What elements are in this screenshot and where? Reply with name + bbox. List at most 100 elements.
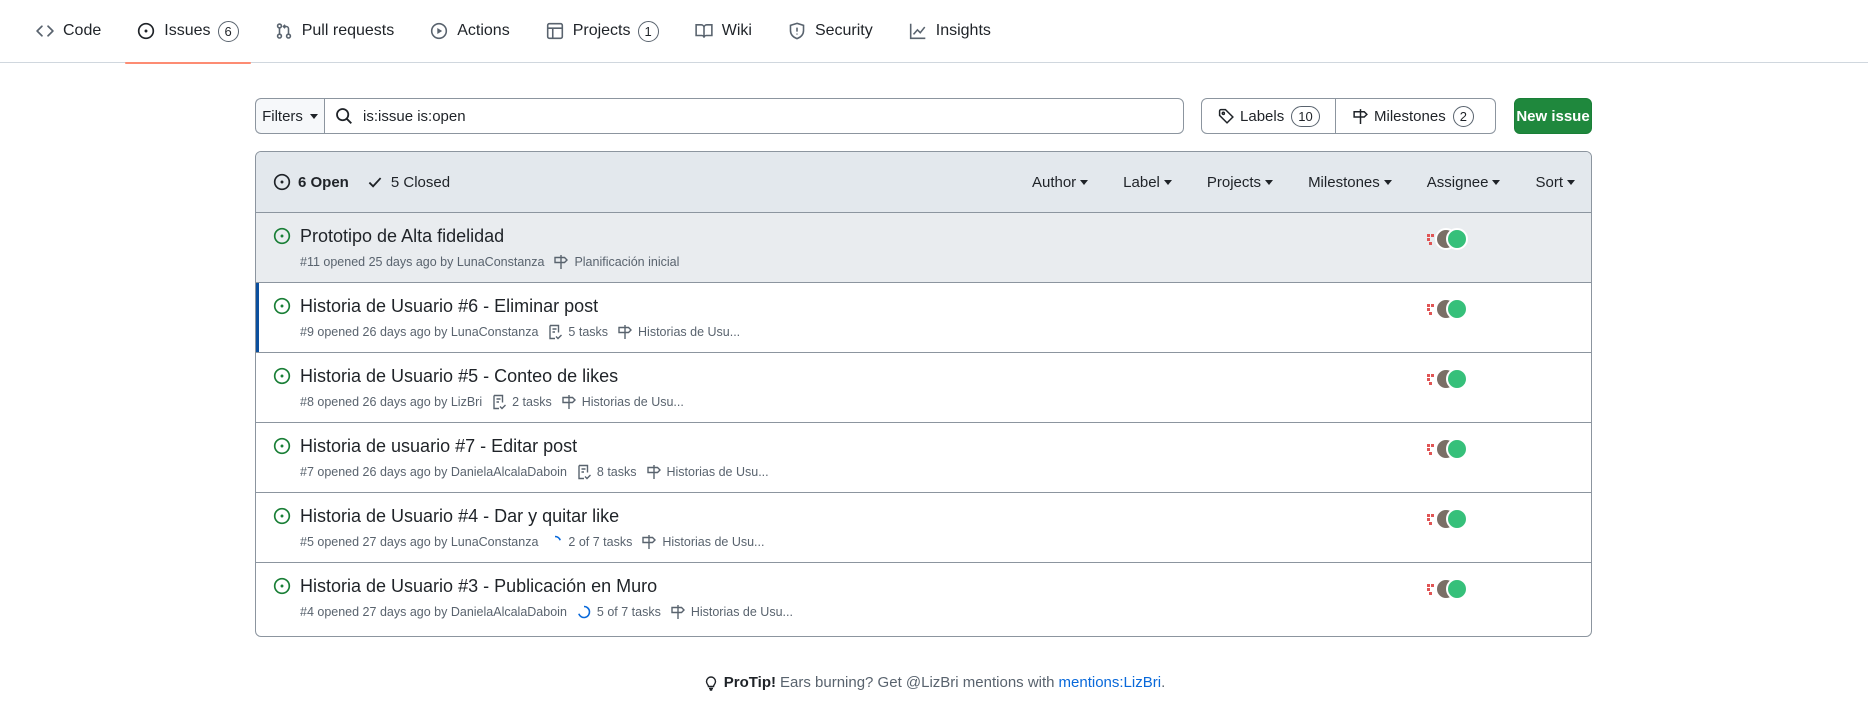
- open-issues-toggle[interactable]: 6 Open: [273, 173, 349, 191]
- issue-milestone-link[interactable]: Historias de Usu...: [641, 534, 764, 550]
- issue-meta: #4 opened 27 days ago by DanielaAlcalaDa…: [300, 604, 1591, 620]
- issue-milestone-link[interactable]: Historias de Usu...: [646, 464, 769, 480]
- nav-tab-issues[interactable]: Issues 6: [125, 0, 252, 64]
- caret-down-icon: [309, 113, 318, 119]
- avatar: [1446, 298, 1468, 320]
- checklist-icon: [547, 324, 563, 340]
- issue-author-link[interactable]: LunaConstanza: [457, 255, 545, 269]
- issue-milestone-label: Historias de Usu...: [638, 325, 741, 339]
- labels-label: Labels: [1240, 107, 1285, 125]
- issue-author-link[interactable]: LunaConstanza: [451, 535, 539, 549]
- issue-title-link[interactable]: Historia de usuario #7 - Editar post: [300, 436, 577, 457]
- issue-milestone-label: Historias de Usu...: [666, 465, 769, 479]
- issue-row[interactable]: Historia de Usuario #4 - Dar y quitar li…: [256, 493, 1591, 563]
- milestones-label: Milestones: [1374, 107, 1446, 125]
- sort-filter[interactable]: Sort: [1535, 174, 1575, 191]
- issue-tasks-label: 8 tasks: [596, 465, 637, 479]
- issue-title-link[interactable]: Historia de Usuario #6 - Eliminar post: [300, 296, 598, 317]
- checklist-icon: [576, 464, 592, 480]
- assignee-avatars[interactable]: [1425, 508, 1468, 530]
- milestone-icon: [561, 394, 577, 410]
- check-icon: [366, 173, 384, 191]
- issue-milestone-link[interactable]: Historias de Usu...: [670, 604, 793, 620]
- issue-milestone-link[interactable]: Historias de Usu...: [561, 394, 684, 410]
- issue-author-link[interactable]: LizBri: [451, 395, 482, 409]
- assignee-avatars[interactable]: [1425, 438, 1468, 460]
- avatar: [1446, 438, 1468, 460]
- issue-tasks-label: 5 tasks: [568, 325, 609, 339]
- milestones-button[interactable]: Milestones 2: [1336, 98, 1497, 134]
- projects-filter[interactable]: Projects: [1207, 174, 1274, 191]
- issue-open-status-icon: [273, 367, 291, 385]
- label-filter[interactable]: Label: [1123, 174, 1172, 191]
- issue-milestone-link[interactable]: Planificación inicial: [553, 254, 679, 270]
- issue-tasks-label: 2 tasks: [512, 395, 552, 409]
- milestone-icon: [646, 464, 662, 480]
- issue-opened-text: #9 opened 26 days ago by: [300, 325, 448, 339]
- issue-title-link[interactable]: Historia de Usuario #5 - Conteo de likes: [300, 366, 618, 387]
- issue-row[interactable]: Historia de usuario #7 - Editar post #7 …: [256, 423, 1591, 493]
- issue-row[interactable]: Historia de Usuario #5 - Conteo de likes…: [256, 353, 1591, 423]
- issue-author-link[interactable]: DanielaAlcalaDaboin: [451, 605, 567, 619]
- issue-milestone-label: Planificación inicial: [574, 255, 680, 269]
- assignee-filter-label: Assignee: [1426, 173, 1489, 191]
- assignee-avatars[interactable]: [1425, 228, 1468, 250]
- closed-count-label: 5 Closed: [390, 173, 451, 191]
- issue-tasks-progress: 2 of 7 tasks: [547, 534, 632, 550]
- labels-milestones-group: Labels 10 Milestones 2: [1201, 98, 1497, 134]
- nav-tab-insights[interactable]: Insights: [897, 0, 1003, 63]
- assignee-avatars[interactable]: [1425, 298, 1468, 320]
- caret-down-icon: [1567, 179, 1575, 185]
- issue-milestone-link[interactable]: Historias de Usu...: [617, 324, 740, 340]
- issue-row[interactable]: Prototipo de Alta fidelidad #11 opened 2…: [256, 213, 1591, 283]
- milestone-icon: [617, 324, 633, 340]
- protip-mentions-link[interactable]: mentions:LizBri: [1059, 674, 1162, 691]
- issue-title-link[interactable]: Historia de Usuario #4 - Dar y quitar li…: [300, 506, 619, 527]
- issue-meta: #5 opened 27 days ago by LunaConstanza 2…: [300, 534, 1591, 550]
- milestones-filter-label: Milestones: [1308, 173, 1380, 191]
- milestones-filter[interactable]: Milestones: [1308, 174, 1392, 191]
- nav-tab-pull-requests[interactable]: Pull requests: [263, 0, 407, 63]
- nav-tab-code[interactable]: Code: [24, 0, 113, 63]
- issue-open-status-icon: [273, 507, 291, 525]
- issues-list-header: 6 Open 5 Closed Author Label Projects Mi…: [256, 152, 1591, 213]
- milestone-icon: [641, 534, 657, 550]
- shield-icon: [788, 22, 806, 40]
- issue-row[interactable]: Historia de Usuario #3 - Publicación en …: [256, 563, 1591, 634]
- issue-meta: #9 opened 26 days ago by LunaConstanza 5…: [300, 324, 1591, 340]
- progress-ring-icon: [547, 534, 563, 550]
- nav-tab-wiki[interactable]: Wiki: [683, 0, 764, 63]
- nav-tab-projects[interactable]: Projects 1: [534, 0, 671, 63]
- issue-milestone-label: Historias de Usu...: [662, 535, 765, 549]
- issue-title-link[interactable]: Prototipo de Alta fidelidad: [300, 226, 504, 247]
- issue-opened-icon: [273, 173, 291, 191]
- issue-author-link[interactable]: DanielaAlcalaDaboin: [451, 465, 567, 479]
- graph-icon: [909, 22, 927, 40]
- issue-opened-text: #8 opened 26 days ago by: [300, 395, 448, 409]
- labels-button[interactable]: Labels 10: [1201, 98, 1337, 134]
- avatar: [1446, 508, 1468, 530]
- new-issue-button[interactable]: New issue: [1514, 98, 1592, 134]
- issue-search-input[interactable]: [363, 107, 1184, 125]
- issue-opened-icon: [137, 22, 155, 40]
- issue-title-link[interactable]: Historia de Usuario #3 - Publicación en …: [300, 576, 657, 597]
- author-filter[interactable]: Author: [1032, 174, 1089, 191]
- nav-tab-label: Issues: [164, 22, 211, 39]
- nav-tab-actions[interactable]: Actions: [418, 0, 521, 63]
- caret-down-icon: [1492, 179, 1501, 185]
- assignee-avatars[interactable]: [1425, 368, 1468, 390]
- issue-author-link[interactable]: LunaConstanza: [451, 325, 539, 339]
- milestone-icon: [553, 254, 569, 270]
- repo-nav: Code Issues 6 Pull requests Actions Proj…: [0, 0, 1868, 64]
- filters-label: Filters: [262, 107, 303, 125]
- issue-search-box[interactable]: [324, 98, 1185, 134]
- nav-tab-label: Projects: [572, 22, 631, 39]
- issue-row[interactable]: Historia de Usuario #6 - Eliminar post #…: [256, 283, 1591, 353]
- filters-dropdown-button[interactable]: Filters: [255, 98, 325, 134]
- open-count-label: 6 Open: [298, 173, 349, 191]
- closed-issues-toggle[interactable]: 5 Closed: [366, 173, 450, 191]
- assignee-avatars[interactable]: [1425, 578, 1468, 600]
- assignee-filter[interactable]: Assignee: [1427, 174, 1501, 191]
- labels-count-badge: 10: [1291, 105, 1320, 127]
- nav-tab-security[interactable]: Security: [776, 0, 885, 63]
